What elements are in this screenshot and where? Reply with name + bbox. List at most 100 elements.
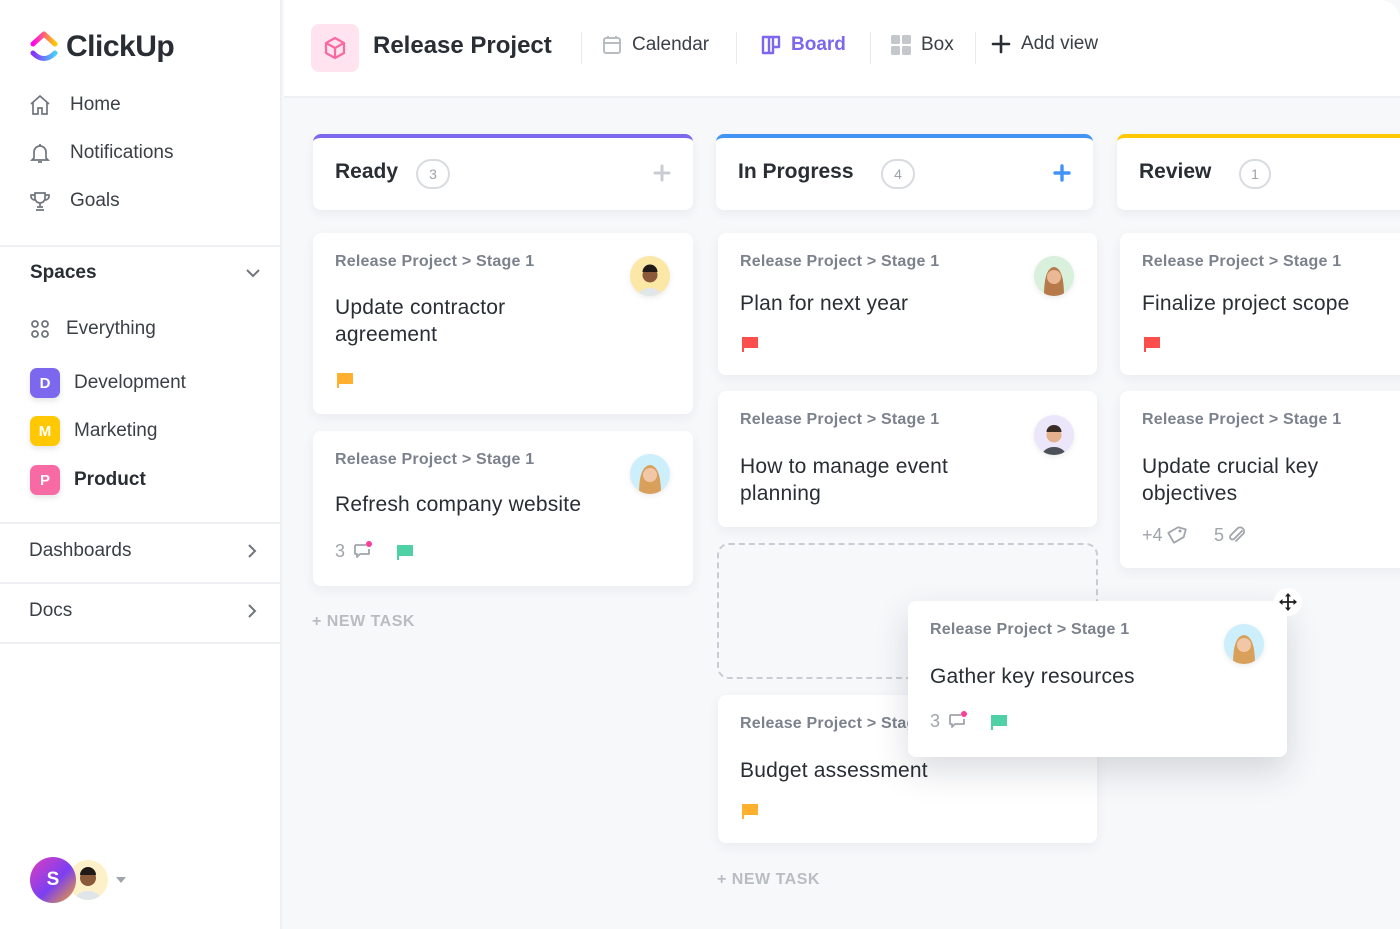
space-marketing[interactable]: M Marketing [30, 416, 157, 446]
docs-label: Docs [29, 600, 73, 621]
board-icon [761, 35, 781, 55]
comment-icon [354, 541, 373, 558]
task-card[interactable]: Release Project > Stage 1 Plan for next … [718, 233, 1097, 375]
assignee-avatar[interactable] [1224, 624, 1264, 664]
assignee-avatar[interactable] [630, 454, 670, 494]
space-label: Product [74, 469, 146, 490]
task-path: Release Project > Stage 1 [335, 253, 535, 270]
flag-icon[interactable] [1142, 335, 1162, 353]
dashboards-label: Dashboards [29, 540, 132, 561]
paperclip-icon [1229, 526, 1245, 542]
dashboards-link[interactable]: Dashboards [29, 540, 261, 562]
assignee-avatar[interactable] [630, 256, 670, 296]
tag-icon [1166, 526, 1187, 544]
tag-count[interactable]: +4 [1142, 524, 1187, 546]
add-task-icon[interactable] [651, 162, 673, 184]
task-title: Refresh company website [335, 493, 582, 516]
plus-icon [991, 34, 1011, 54]
user-menu[interactable]: S [30, 857, 126, 903]
space-development[interactable]: D Development [30, 368, 186, 398]
trophy-icon [30, 192, 50, 211]
tab-label: Box [921, 34, 954, 55]
everything-grid-icon [31, 320, 49, 338]
tab-label: Board [791, 34, 846, 55]
tab-board[interactable]: Board [760, 34, 846, 56]
cube-icon [324, 36, 346, 60]
box-grid-icon [891, 35, 911, 55]
add-view-label: Add view [1021, 33, 1099, 54]
column-title: Review [1139, 160, 1212, 183]
task-title: How to manage event planning [740, 455, 949, 505]
project-icon [311, 24, 359, 72]
task-card[interactable]: Release Project > Stage 1 Refresh compan… [313, 431, 693, 586]
clickup-logo-icon [30, 31, 58, 61]
person-photo-icon [1233, 635, 1255, 664]
flag-icon[interactable] [989, 713, 1009, 731]
chevron-down-icon[interactable] [244, 264, 262, 282]
space-badge-product: P [30, 465, 60, 495]
space-label: Marketing [74, 420, 158, 441]
tab-calendar[interactable]: Calendar [601, 34, 709, 56]
column-count: 1 [1239, 159, 1271, 189]
separator [581, 32, 582, 64]
column-title: In Progress [738, 160, 854, 183]
divider [0, 582, 282, 584]
chevron-right-icon [248, 544, 257, 558]
separator [870, 32, 871, 64]
column-header-review: Review 1 [1117, 134, 1400, 210]
column-header-in-progress: In Progress 4 [716, 134, 1093, 210]
space-label: Development [74, 372, 186, 393]
person-photo-icon [639, 465, 661, 494]
tag-count-value: +4 [1142, 524, 1163, 545]
app-name: ClickUp [66, 30, 175, 63]
nav-home[interactable]: Home [28, 93, 121, 117]
drag-handle[interactable] [1274, 588, 1302, 616]
flag-icon[interactable] [395, 543, 415, 561]
column-count: 4 [881, 159, 915, 189]
view-header: Release Project Calendar Board Box Add v… [284, 0, 1400, 98]
space-everything[interactable]: Everything [30, 318, 156, 340]
new-task-button[interactable]: + NEW TASK [312, 613, 415, 631]
new-task-button[interactable]: + NEW TASK [717, 871, 820, 889]
task-title: Update contractor agreement [335, 296, 506, 346]
attachment-count-value: 5 [1214, 524, 1225, 545]
attachment-count[interactable]: 5 [1214, 524, 1248, 546]
task-card[interactable]: Release Project > Stage 1 Update contrac… [313, 233, 693, 414]
clickup-logo[interactable]: ClickUp [30, 30, 175, 64]
flag-icon[interactable] [740, 802, 760, 820]
docs-link[interactable]: Docs [29, 600, 261, 622]
task-card[interactable]: Release Project > Stage 1 How to manage … [718, 391, 1097, 527]
nav-notifications[interactable]: Notifications [28, 141, 174, 165]
nav-notifications-label: Notifications [70, 142, 174, 163]
nav-home-label: Home [70, 94, 121, 115]
task-path: Release Project > Stage 1 [740, 253, 940, 270]
flag-icon[interactable] [740, 335, 760, 353]
add-view-button[interactable]: Add view [990, 33, 1098, 55]
assignee-avatar[interactable] [1034, 256, 1074, 296]
comment-count[interactable]: 3 [335, 540, 373, 562]
flag-icon[interactable] [335, 371, 355, 389]
person-photo-icon [1042, 425, 1066, 455]
divider [0, 245, 282, 247]
person-photo-icon [638, 264, 662, 296]
spaces-header[interactable]: Spaces [30, 262, 262, 284]
separator [736, 32, 737, 64]
divider [0, 642, 282, 644]
nav-goals-label: Goals [70, 190, 120, 211]
assignee-avatar[interactable] [1034, 415, 1074, 455]
task-card[interactable]: Release Project > Stage 1 Finalize proje… [1120, 233, 1400, 375]
comment-count-value: 3 [930, 710, 941, 731]
sidebar: ClickUp Home Notifications Goals Spaces … [0, 0, 282, 929]
tab-box[interactable]: Box [890, 34, 954, 56]
dragging-task-card[interactable]: Release Project > Stage 1 Gather key res… [908, 601, 1287, 757]
comment-count[interactable]: 3 [930, 710, 968, 732]
nav-goals[interactable]: Goals [28, 189, 120, 213]
task-card[interactable]: Release Project > Stage 1 Update crucial… [1120, 391, 1400, 568]
project-title: Release Project [373, 32, 552, 59]
column-title: Ready [335, 160, 399, 183]
column-count: 3 [416, 159, 450, 189]
spaces-label: Spaces [30, 262, 97, 283]
space-product[interactable]: P Product [30, 465, 146, 495]
add-task-icon[interactable] [1051, 162, 1073, 184]
person-photo-icon [1044, 267, 1064, 296]
